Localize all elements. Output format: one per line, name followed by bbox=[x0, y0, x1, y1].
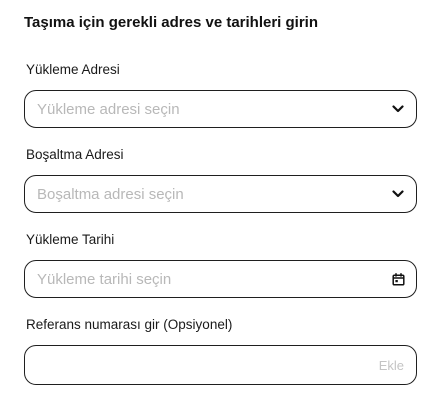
loading-date-picker[interactable]: Yükleme tarihi seçin bbox=[24, 260, 417, 298]
reference-number-label: Referans numarası gir (Opsiyonel) bbox=[26, 317, 233, 332]
unloading-address-label: Boşaltma Adresi bbox=[26, 147, 124, 162]
calendar-icon[interactable] bbox=[391, 272, 405, 286]
add-button[interactable]: Ekle bbox=[379, 358, 404, 373]
reference-number-input[interactable]: Ekle bbox=[24, 345, 417, 385]
form-heading: Taşıma için gerekli adres ve tarihleri g… bbox=[24, 14, 319, 31]
loading-address-placeholder: Yükleme adresi seçin bbox=[37, 100, 180, 118]
loading-date-placeholder: Yükleme tarihi seçin bbox=[37, 270, 172, 288]
chevron-down-icon[interactable] bbox=[391, 102, 405, 116]
loading-date-label: Yükleme Tarihi bbox=[26, 232, 115, 247]
unloading-address-placeholder: Boşaltma adresi seçin bbox=[37, 185, 184, 203]
loading-address-label: Yükleme Adresi bbox=[26, 62, 120, 77]
loading-address-select[interactable]: Yükleme adresi seçin bbox=[24, 90, 417, 128]
unloading-address-select[interactable]: Boşaltma adresi seçin bbox=[24, 175, 417, 213]
chevron-down-icon[interactable] bbox=[391, 187, 405, 201]
